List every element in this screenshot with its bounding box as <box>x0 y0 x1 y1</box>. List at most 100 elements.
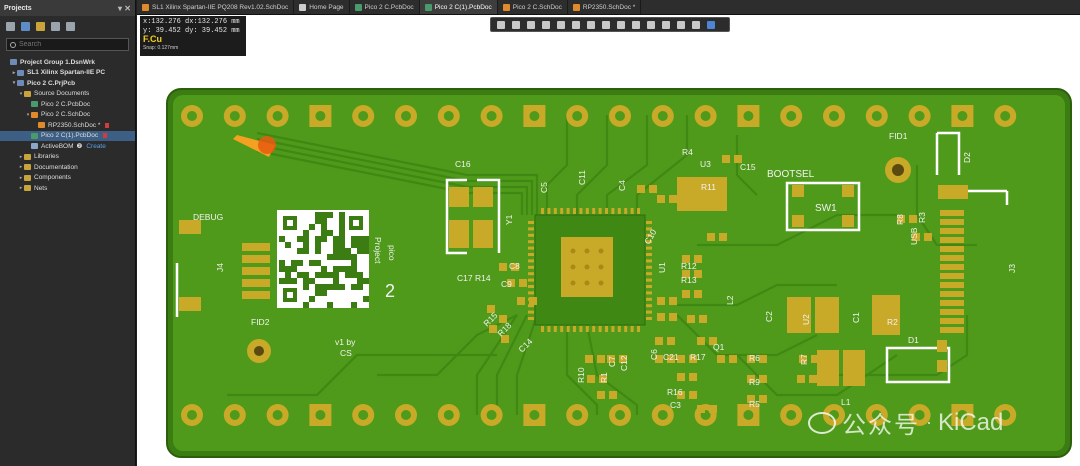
pad-icon[interactable] <box>632 20 640 29</box>
qr-module <box>285 266 291 272</box>
document-tab[interactable]: Pico 2 C.SchDoc <box>498 0 568 14</box>
tree-item[interactable]: Project Group 1.DsnWrk <box>0 57 135 68</box>
via-icon[interactable] <box>617 20 625 29</box>
select-icon[interactable] <box>542 20 550 29</box>
header-pad[interactable] <box>609 404 631 426</box>
header-pad[interactable] <box>480 105 503 127</box>
pad-hole <box>572 410 583 420</box>
tree-item[interactable]: ▾ Pico 2 C.PrjPcb <box>0 78 135 89</box>
passive-pad <box>709 405 717 413</box>
header-pad[interactable] <box>181 404 203 426</box>
header-pad[interactable] <box>780 105 803 127</box>
filter-icon[interactable] <box>497 20 505 29</box>
header-pad[interactable] <box>395 105 417 127</box>
header-pad[interactable] <box>523 404 546 426</box>
header-pad[interactable] <box>651 105 674 127</box>
header-pad[interactable] <box>181 105 203 127</box>
thermal-via <box>598 264 604 270</box>
header-pad[interactable] <box>694 105 717 127</box>
tree-item[interactable]: ▾ Source Documents <box>0 89 135 100</box>
pcb-canvas[interactable]: DEBUG J4 FID2 FID1 C16 C17 R14 C5 C11 C8 Y1 C9 C4 C1… <box>137 15 1080 466</box>
dimension-icon[interactable] <box>692 20 700 29</box>
header-pad[interactable] <box>908 105 931 127</box>
header-pad[interactable] <box>951 105 974 127</box>
header-pad[interactable] <box>309 404 332 426</box>
qr-module <box>297 236 303 242</box>
fill-icon[interactable] <box>587 20 595 29</box>
header-pad[interactable] <box>566 404 589 426</box>
qr-module <box>291 266 297 272</box>
pin-icon[interactable]: ▾ ✕ <box>118 4 131 13</box>
header-pad[interactable] <box>309 105 332 127</box>
passive-pad <box>909 215 917 223</box>
qr-module <box>291 278 297 284</box>
3d-view-icon[interactable] <box>707 20 715 29</box>
chip-pin <box>541 208 544 214</box>
open-folder-icon[interactable] <box>36 21 45 31</box>
header-pad[interactable] <box>266 404 289 426</box>
header-pad[interactable] <box>480 404 503 426</box>
header-pad[interactable] <box>266 105 289 127</box>
header-pad[interactable] <box>223 404 246 426</box>
header-pad[interactable] <box>737 105 760 127</box>
header-pad[interactable] <box>523 105 546 127</box>
header-pad[interactable] <box>823 105 845 127</box>
tree-item[interactable]: ActiveBOM ❷ Create <box>0 141 135 152</box>
qr-module <box>315 290 321 296</box>
tree-item[interactable]: ▸ Components <box>0 173 135 184</box>
passive-pad <box>677 373 685 381</box>
silk-label-c17-r14: C17 R14 <box>457 273 491 283</box>
open-project-icon[interactable] <box>21 21 30 31</box>
document-tab[interactable]: RP2350.SchDoc * <box>568 0 642 14</box>
add-icon[interactable] <box>527 20 535 29</box>
component-icon[interactable] <box>572 20 580 29</box>
search-field[interactable] <box>6 38 129 51</box>
header-pad[interactable] <box>994 105 1017 127</box>
header-pad[interactable] <box>395 404 417 426</box>
usb-pin <box>940 210 964 216</box>
tree-item[interactable]: RP2350.SchDoc * <box>0 120 135 131</box>
tree-item[interactable]: ▸ Nets <box>0 183 135 194</box>
arc-icon[interactable] <box>647 20 655 29</box>
gear-icon[interactable] <box>66 21 75 31</box>
search-input[interactable] <box>19 41 119 48</box>
header-pad[interactable] <box>865 105 888 127</box>
tree-item-label: Documentation <box>34 163 78 171</box>
tree-item[interactable]: Pico 2 C.PcbDoc <box>0 99 135 110</box>
refresh-icon[interactable] <box>51 21 60 31</box>
project-icon <box>17 69 24 76</box>
header-pad[interactable] <box>437 105 460 127</box>
line-icon[interactable] <box>677 20 685 29</box>
document-tab[interactable]: Pico 2 C(1).PcbDoc <box>419 0 498 14</box>
text-icon[interactable] <box>662 20 670 29</box>
align-icon[interactable] <box>557 20 565 29</box>
header-pad[interactable] <box>609 105 631 127</box>
region-icon[interactable] <box>602 20 610 29</box>
pad-hole <box>871 111 882 121</box>
header-pad[interactable] <box>437 404 460 426</box>
create-bom-link[interactable]: Create <box>86 143 106 150</box>
header-pad[interactable] <box>566 105 589 127</box>
document-tab[interactable]: Pico 2 C.PcbDoc <box>350 0 420 14</box>
tree-item[interactable]: ▸ Libraries <box>0 152 135 163</box>
document-tab[interactable]: Home Page <box>294 0 350 14</box>
header-pad[interactable] <box>780 404 803 426</box>
save-icon[interactable] <box>6 21 15 31</box>
tree-item[interactable]: ▸ SL1 Xilinx Spartan-IIE PC <box>0 68 135 79</box>
tree-item[interactable]: Pico 2 C(1).PcbDoc <box>0 130 135 141</box>
usb-pin <box>940 246 964 252</box>
header-pad[interactable] <box>352 105 375 127</box>
chip-pin <box>528 259 534 263</box>
silk-label-c21: C21 <box>663 352 679 362</box>
header-pad[interactable] <box>352 404 375 426</box>
chip-pin <box>547 208 551 214</box>
route-icon[interactable] <box>512 20 520 29</box>
rp2350-chip[interactable] <box>528 208 652 332</box>
header-pad[interactable] <box>223 105 246 127</box>
tree-item[interactable]: ▾ Pico 2 C.SchDoc <box>0 110 135 121</box>
pcb-board-view[interactable]: DEBUG J4 FID2 FID1 C16 C17 R14 C5 C11 C8 Y1 C9 C4 C1… <box>137 15 1080 466</box>
projects-toolbar <box>0 16 135 36</box>
tree-item[interactable]: ▸ Documentation <box>0 162 135 173</box>
document-tab[interactable]: SL1 Xilinx Spartan-IIE PQ208 Rev1.02.Sch… <box>137 0 295 14</box>
qr-module <box>303 230 309 236</box>
